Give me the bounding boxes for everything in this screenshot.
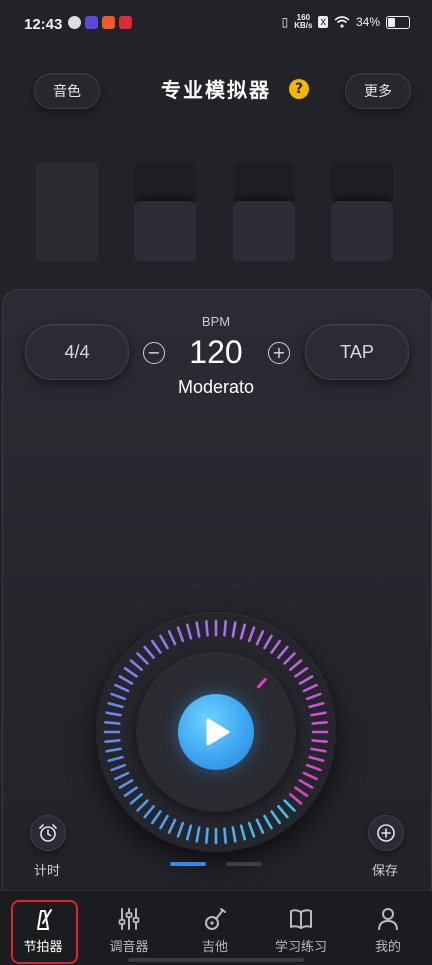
network-speed-unit: KB/s: [294, 21, 313, 30]
system-icons: ▯ 160 KB/s x 34%: [282, 14, 410, 30]
tab-label: 我的: [374, 940, 401, 955]
tab-label: 调音器: [109, 940, 149, 955]
beat-slot-4[interactable]: [331, 163, 393, 261]
book-icon: [290, 909, 312, 929]
beat-slot-2[interactable]: [134, 163, 196, 261]
clock: 12:43: [24, 16, 63, 33]
tab-guitar[interactable]: 吉他: [172, 891, 258, 965]
dial-marker: [256, 678, 267, 689]
beat-slot-1[interactable]: [36, 163, 98, 261]
sliders-icon: [118, 908, 140, 930]
tap-tempo-button[interactable]: TAP: [305, 324, 409, 380]
more-button[interactable]: 更多: [345, 73, 411, 109]
page-dot-active[interactable]: [170, 862, 206, 866]
app-notification-icon: [68, 16, 81, 29]
shop-app-icon: [102, 16, 115, 29]
play-button[interactable]: [178, 694, 254, 770]
page-dot[interactable]: [226, 862, 262, 866]
tab-label: 吉他: [201, 940, 228, 955]
vibrate-icon: ▯: [281, 15, 289, 29]
tab-label: 学习练习: [274, 940, 327, 955]
tab-tuner[interactable]: 调音器: [86, 891, 172, 965]
tab-learning[interactable]: 学习练习: [258, 891, 344, 965]
bpm-increase-button[interactable]: +: [268, 342, 290, 364]
status-bar: 12:43 ▯ 160 KB/s x 34%: [0, 0, 432, 52]
guitar-icon: [205, 908, 226, 930]
battery-icon: [386, 15, 410, 29]
sim-icon: x: [318, 16, 328, 28]
network-speed: 160 KB/s: [294, 14, 312, 30]
wifi-icon: [334, 16, 350, 28]
video-app-icon: [85, 16, 98, 29]
tempo-dial[interactable]: [96, 612, 336, 852]
home-indicator: [128, 958, 304, 962]
add-circle-icon: [377, 824, 395, 842]
save-button[interactable]: [368, 815, 404, 851]
beat-slot-3[interactable]: [233, 163, 295, 261]
notification-icons: [68, 16, 132, 29]
battery-percent: 34%: [355, 15, 380, 29]
timer-button[interactable]: [30, 815, 66, 851]
active-tab-highlight: [11, 900, 78, 964]
page-indicator: [0, 862, 432, 868]
tempo-name: Moderato: [177, 377, 255, 397]
play-icon: [206, 718, 230, 746]
person-icon: [378, 908, 398, 931]
help-icon[interactable]: ?: [289, 79, 309, 99]
tab-profile[interactable]: 我的: [345, 891, 431, 965]
news-app-icon: [119, 16, 132, 29]
alarm-clock-icon: [39, 824, 57, 842]
